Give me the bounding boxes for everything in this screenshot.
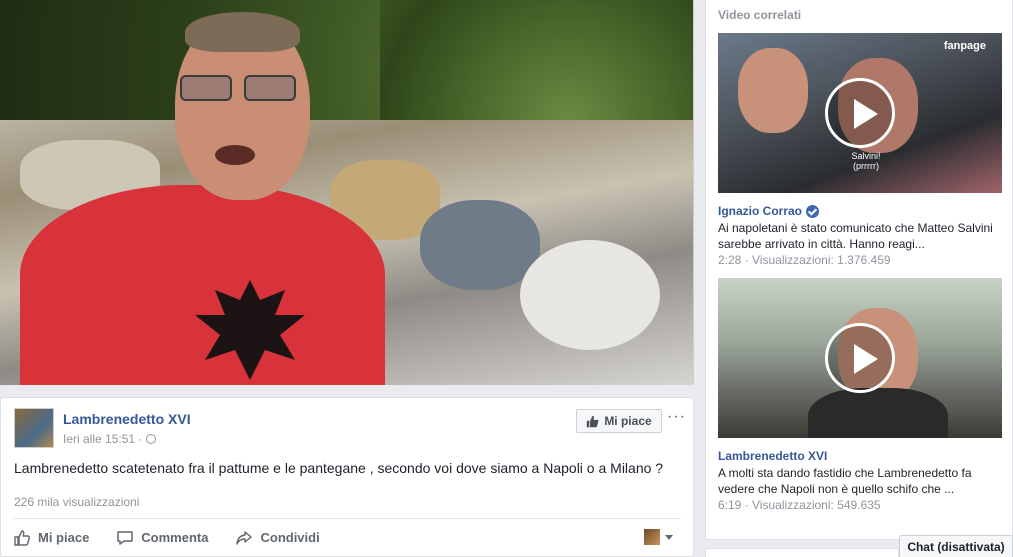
thumbnail-caption: Salvini! (prrrrr) (851, 151, 881, 171)
like-page-button[interactable]: Mi piace (576, 409, 662, 433)
related-video-description[interactable]: Ai napoletani è stato comunicato che Mat… (718, 220, 1002, 252)
video-frame (0, 0, 693, 385)
related-video-description[interactable]: A molti sta dando fastidio che Lambrened… (718, 465, 1002, 497)
thumbs-up-outline-icon (14, 529, 30, 546)
post-text: Lambrenedetto scatetenato fra il pattume… (14, 460, 664, 476)
person-mouth (215, 145, 255, 165)
comment-button[interactable]: Commenta (116, 529, 208, 547)
play-icon[interactable] (825, 78, 895, 148)
related-video-card[interactable]: Lambrenedetto XVI A molti sta dando fast… (718, 278, 1002, 512)
thumbs-up-icon (587, 415, 599, 427)
eagle-emblem-icon (195, 280, 305, 380)
sunglasses (180, 75, 300, 105)
facebook-video-page: Lambrenedetto XVI Ieri alle 15:51 · Mi p… (0, 0, 1013, 557)
share-label: Condividi (260, 530, 320, 545)
related-video-meta: 2:28 · Visualizzazioni: 1.376.459 (718, 253, 891, 267)
view-count: 226 mila visualizzazioni (14, 495, 140, 509)
globe-icon (146, 434, 157, 444)
post-timestamp[interactable]: Ieri alle 15:51 · (63, 432, 142, 446)
fanpage-logo: fanpage (943, 40, 986, 52)
post-action-bar: Mi piace Commenta Condividi (13, 518, 681, 556)
garbage-bag (420, 200, 540, 290)
post-author-link[interactable]: Lambrenedetto XVI (63, 411, 191, 427)
panel-bottom-edge (705, 548, 899, 557)
thumbnail-face (738, 48, 808, 133)
thumbnail-torso (808, 388, 948, 438)
main-video-player[interactable] (0, 0, 694, 385)
chevron-down-icon (665, 534, 673, 540)
more-options-icon[interactable]: ··· (667, 408, 686, 426)
chat-sidebar-toggle[interactable]: Chat (disattivata) (899, 535, 1013, 557)
post-as-selector[interactable] (644, 529, 673, 545)
related-videos-panel: Video correlati fanpage Salvini! (prrrrr… (705, 0, 1013, 540)
like-button[interactable]: Mi piace (13, 529, 89, 547)
like-label: Mi piace (38, 530, 90, 545)
share-arrow-icon (236, 530, 253, 545)
verified-badge-icon (806, 204, 820, 218)
related-video-card[interactable]: fanpage Salvini! (prrrrr) Ignazio Corrao… (718, 33, 1002, 267)
share-button[interactable]: Condividi (235, 529, 320, 547)
video-thumbnail[interactable] (718, 278, 1002, 438)
post-card: Lambrenedetto XVI Ieri alle 15:51 · Mi p… (0, 397, 694, 557)
related-video-author[interactable]: Lambrenedetto XVI (718, 449, 1002, 463)
like-page-label: Mi piace (604, 414, 652, 428)
related-videos-title: Video correlati (718, 8, 802, 22)
comment-label: Commenta (141, 530, 209, 545)
play-icon[interactable] (825, 323, 895, 393)
person-hair (185, 12, 300, 52)
comment-icon (117, 530, 134, 545)
related-video-meta: 6:19 · Visualizzazioni: 549.635 (718, 498, 881, 512)
post-meta: Ieri alle 15:51 · (63, 432, 157, 446)
avatar[interactable] (14, 408, 54, 448)
avatar (644, 529, 660, 545)
garbage-bag (520, 240, 660, 350)
related-video-author[interactable]: Ignazio Corrao (718, 204, 1002, 218)
video-thumbnail[interactable]: fanpage Salvini! (prrrrr) (718, 33, 1002, 193)
